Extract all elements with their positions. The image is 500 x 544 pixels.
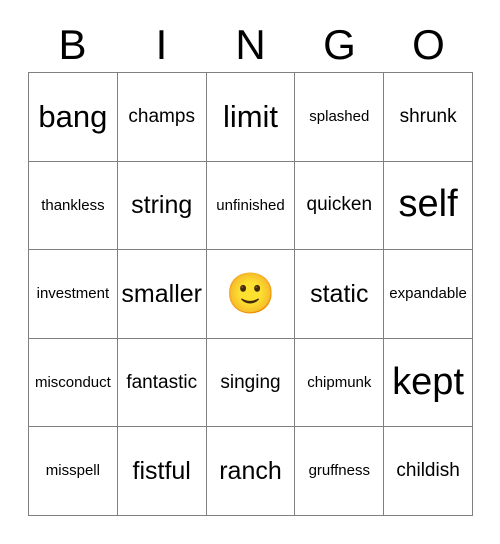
bingo-cell-label: static	[310, 279, 369, 308]
bingo-cell-label: bang	[38, 98, 108, 134]
bingo-cell[interactable]: smaller	[117, 250, 207, 339]
bingo-cell[interactable]: champs	[117, 73, 207, 162]
bingo-cell-label: fantastic	[126, 371, 198, 393]
bingo-cell-label: kept	[392, 360, 464, 403]
bingo-cell[interactable]: self	[384, 161, 473, 251]
bingo-cell[interactable]: shrunk	[384, 73, 473, 162]
bingo-cell-label: quicken	[306, 194, 373, 216]
bingo-cell[interactable]: limit	[206, 73, 296, 162]
bingo-cell-label: thankless	[41, 196, 105, 214]
bingo-free-space-cell[interactable]: 🙂	[206, 250, 296, 339]
bingo-cell-label: singing	[220, 371, 281, 393]
bingo-cell[interactable]: misspell	[29, 427, 118, 516]
bingo-header-letter-g: G	[323, 21, 356, 68]
bingo-cell-label: ranch	[219, 457, 282, 486]
bingo-header-letter-b: B	[58, 21, 87, 68]
slightly-smiling-face-emoji: 🙂	[225, 271, 276, 316]
bingo-cell-label: smaller	[121, 279, 202, 308]
bingo-cell[interactable]: singing	[206, 338, 296, 428]
bingo-cell[interactable]: expandable	[384, 250, 473, 339]
bingo-cell-label: childish	[396, 460, 460, 482]
bingo-cell[interactable]: string	[117, 161, 207, 251]
bingo-cell[interactable]: chipmunk	[295, 338, 385, 428]
bingo-cell[interactable]: investment	[29, 250, 118, 339]
bingo-cell-label: misconduct	[34, 373, 111, 391]
bingo-cell[interactable]: unfinished	[206, 161, 296, 251]
bingo-cell[interactable]: misconduct	[29, 338, 118, 428]
bingo-header-letter-o: O	[412, 21, 445, 68]
bingo-cell[interactable]: thankless	[29, 161, 118, 251]
bingo-cell[interactable]: quicken	[295, 161, 385, 251]
bingo-cell[interactable]: ranch	[206, 427, 296, 516]
bingo-card: B I N G O bang champs limit splashed shrunk thank…	[0, 0, 500, 544]
bingo-cell[interactable]: fantastic	[117, 338, 207, 428]
bingo-cell[interactable]: kept	[384, 338, 473, 428]
bingo-cell[interactable]: bang	[29, 73, 118, 162]
bingo-cell-label: fistful	[132, 457, 191, 486]
bingo-cell-label: expandable	[389, 285, 467, 303]
bingo-cell-label: gruffness	[308, 462, 370, 480]
bingo-grid: bang champs limit splashed shrunk thankless st…	[28, 72, 473, 516]
bingo-cell-label: unfinished	[216, 196, 285, 214]
bingo-header-row: BINGO	[28, 18, 473, 72]
bingo-cell-label: misspell	[45, 462, 100, 480]
bingo-cell-label: champs	[128, 105, 195, 127]
bingo-cell-label: chipmunk	[307, 373, 372, 391]
bingo-header-letter-n: N	[235, 21, 266, 68]
bingo-cell-label: shrunk	[399, 105, 457, 127]
bingo-cell[interactable]: static	[295, 250, 385, 339]
bingo-cell[interactable]: childish	[384, 427, 473, 516]
bingo-cell-label: investment	[36, 285, 110, 303]
bingo-header-letter-i: I	[155, 21, 168, 68]
bingo-cell-label: string	[131, 191, 193, 220]
bingo-cell[interactable]: gruffness	[295, 427, 385, 516]
bingo-cell[interactable]: fistful	[117, 427, 207, 516]
bingo-cell-label: splashed	[309, 107, 370, 125]
bingo-cell[interactable]: splashed	[295, 73, 385, 162]
bingo-cell-label: limit	[222, 98, 279, 134]
bingo-cell-label: self	[398, 183, 458, 226]
